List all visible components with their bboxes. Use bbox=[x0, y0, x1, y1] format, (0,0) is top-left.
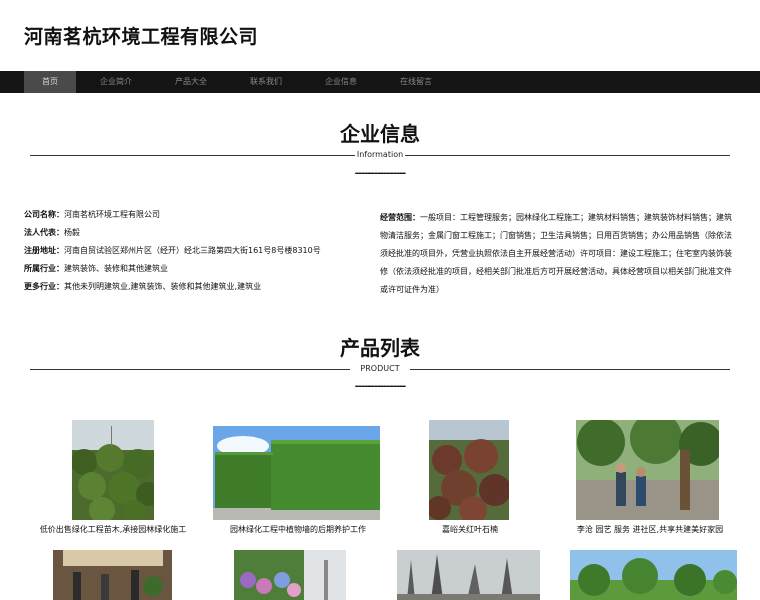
nav-item-about[interactable]: 企业简介 bbox=[90, 71, 142, 93]
product-image[interactable] bbox=[576, 420, 719, 520]
info-value: 建筑装饰、装修和其他建筑业 bbox=[64, 264, 168, 273]
info-row-more-industry: 更多行业：其他未列明建筑业,建筑装饰、装修和其他建筑业,建筑业 bbox=[24, 281, 261, 293]
product-card[interactable] bbox=[397, 550, 540, 600]
company-info-heading: 企业信息 bbox=[340, 122, 420, 146]
nav-item-company-info[interactable]: 企业信息 bbox=[315, 71, 367, 93]
info-row-address: 注册地址：河南自贸试验区郑州片区（经开）经北三路第四大街161号8号楼8310号 bbox=[24, 245, 321, 257]
info-value: 河南茗杭环境工程有限公司 bbox=[64, 210, 160, 219]
product-image[interactable] bbox=[429, 420, 509, 520]
products-dashes: ---------------- bbox=[354, 381, 406, 392]
product-image[interactable] bbox=[397, 550, 540, 600]
product-caption[interactable]: 园林绿化工程中植物墙的后期养护工作 bbox=[200, 524, 396, 535]
info-value: 杨毅 bbox=[64, 228, 80, 237]
scope-text: 一般项目：工程管理服务；园林绿化工程施工；建筑材料销售；建筑装饰材料销售；建筑物… bbox=[380, 213, 732, 294]
business-scope: 经营范围：一般项目：工程管理服务；园林绿化工程施工；建筑材料销售；建筑装饰材料销… bbox=[380, 209, 732, 299]
info-label: 法人代表： bbox=[24, 228, 64, 237]
product-image[interactable] bbox=[570, 550, 737, 600]
product-card[interactable]: 园林绿化工程中植物墙的后期养护工作 bbox=[200, 420, 380, 540]
product-caption[interactable]: 嘉峪关红叶石楠 bbox=[400, 524, 540, 535]
product-caption[interactable]: 低价出售绿化工程苗木,承接园林绿化施工 bbox=[0, 524, 226, 535]
company-info-subtitle: Information bbox=[356, 150, 404, 159]
nav-item-home[interactable]: 首页 bbox=[24, 71, 76, 93]
nav-item-message[interactable]: 在线留言 bbox=[390, 71, 442, 93]
nav-item-contact[interactable]: 联系我们 bbox=[240, 71, 292, 93]
info-value: 其他未列明建筑业,建筑装饰、装修和其他建筑业,建筑业 bbox=[64, 282, 262, 291]
product-card[interactable] bbox=[53, 550, 172, 600]
info-label: 注册地址： bbox=[24, 246, 64, 255]
product-card[interactable]: 李沧 园艺 服务 进社区,共享共建美好家园 bbox=[560, 420, 740, 540]
product-card[interactable] bbox=[234, 550, 346, 600]
info-label: 公司名称： bbox=[24, 210, 64, 219]
product-card[interactable]: 嘉峪关红叶石楠 bbox=[400, 420, 540, 540]
product-image[interactable] bbox=[72, 420, 154, 520]
info-row-industry: 所属行业：建筑装饰、装修和其他建筑业 bbox=[24, 263, 168, 275]
product-image[interactable] bbox=[213, 426, 380, 520]
scope-label: 经营范围： bbox=[380, 213, 420, 222]
info-value: 河南自贸试验区郑州片区（经开）经北三路第四大街161号8号楼8310号 bbox=[64, 246, 321, 255]
site-title: 河南茗杭环境工程有限公司 bbox=[24, 26, 259, 48]
main-navbar: 首页 企业简介 产品大全 联系我们 企业信息 在线留言 bbox=[0, 71, 760, 93]
info-label: 所属行业： bbox=[24, 264, 64, 273]
product-image[interactable] bbox=[234, 550, 346, 600]
nav-item-products[interactable]: 产品大全 bbox=[165, 71, 217, 93]
product-card[interactable] bbox=[570, 550, 737, 600]
info-label: 更多行业： bbox=[24, 282, 64, 291]
product-card[interactable]: 低价出售绿化工程苗木,承接园林绿化施工 bbox=[0, 420, 226, 540]
product-caption[interactable]: 李沧 园艺 服务 进社区,共享共建美好家园 bbox=[560, 524, 740, 535]
product-image[interactable] bbox=[53, 550, 172, 600]
info-row-legal-rep: 法人代表：杨毅 bbox=[24, 227, 80, 239]
products-heading: 产品列表 bbox=[340, 336, 420, 360]
company-info-dashes: ---------------- bbox=[354, 168, 406, 179]
products-subtitle: PRODUCT bbox=[360, 364, 400, 373]
info-row-company-name: 公司名称：河南茗杭环境工程有限公司 bbox=[24, 209, 160, 221]
